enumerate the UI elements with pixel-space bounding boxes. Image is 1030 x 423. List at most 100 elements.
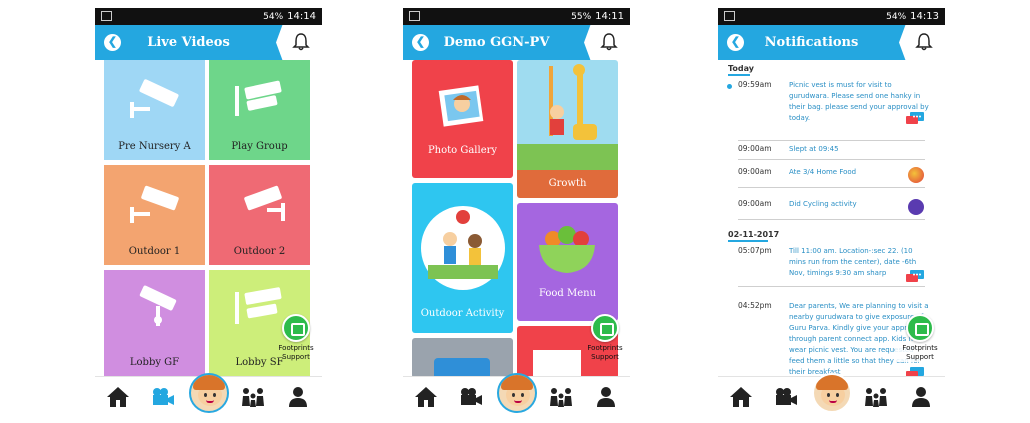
- partial-tile[interactable]: [412, 338, 513, 376]
- child-avatar[interactable]: [189, 373, 229, 413]
- profile-icon[interactable]: [595, 386, 617, 408]
- phone-live-videos: 54% 14:14 ❮ Live Videos Pre Nursery A Pl…: [95, 8, 322, 416]
- home-icon[interactable]: [414, 386, 438, 408]
- divider: [738, 140, 925, 141]
- child-avatar[interactable]: [497, 373, 537, 413]
- cctv-camera-icon: [244, 185, 285, 221]
- date-underline: [728, 240, 768, 242]
- camera-tile[interactable]: Pre Nursery A: [104, 60, 205, 160]
- date-header: 02-11-2017: [728, 230, 780, 239]
- status-bar: 54% 14:13: [718, 8, 945, 25]
- notification-item[interactable]: 05:07pm Till 11:00 am. Location-:sec 22.…: [718, 246, 945, 292]
- status-bar: 54% 14:14: [95, 8, 322, 25]
- tile-illustration: [434, 358, 490, 376]
- notification-icon: [724, 11, 735, 21]
- tile-label: Lobby GF: [129, 357, 180, 368]
- phone-notifications: 54% 14:13 ❮ Notifications Today 09:59am …: [718, 8, 945, 416]
- video-camera-icon[interactable]: [459, 386, 483, 408]
- growth-tile[interactable]: Growth: [517, 60, 618, 198]
- support-button[interactable]: [591, 314, 619, 342]
- tile-label: Food Menu: [538, 288, 597, 299]
- notification-button[interactable]: [584, 25, 630, 60]
- giraffe-growth-icon: [549, 64, 597, 140]
- cctv-camera-icon: [130, 79, 179, 118]
- support-label-line2: Support: [906, 353, 934, 361]
- tile-label: Photo Gallery: [427, 145, 498, 156]
- unread-dot: [727, 84, 732, 89]
- clock-text: 14:14: [287, 11, 316, 22]
- notification-item[interactable]: 09:00am Did Cycling activity: [718, 199, 945, 229]
- status-bar: 55% 14:11: [403, 8, 630, 25]
- notification-button[interactable]: [276, 25, 322, 60]
- clock-text: 14:13: [910, 11, 939, 22]
- tile-label: Outdoor 2: [233, 246, 286, 257]
- home-icon[interactable]: [729, 386, 753, 408]
- avatar-eye: [836, 393, 839, 397]
- notification-time: 09:00am: [738, 199, 772, 208]
- divider: [738, 286, 925, 287]
- food-menu-tile[interactable]: Food Menu: [517, 203, 618, 321]
- avatar-eye: [213, 393, 216, 397]
- parents-group-icon[interactable]: [548, 386, 574, 408]
- notification-list: Today 09:59am Picnic vest is must for vi…: [718, 60, 945, 376]
- battery-text: 54%: [263, 11, 284, 22]
- notification-icon: [101, 11, 112, 21]
- battery-text: 54%: [886, 11, 907, 22]
- camera-grid: Pre Nursery A Play Group Outdoor 1 Outdo…: [95, 60, 322, 376]
- video-camera-icon[interactable]: [774, 386, 798, 408]
- notification-time: 09:59am: [738, 80, 772, 89]
- parents-group-icon[interactable]: [240, 386, 266, 408]
- notification-text: Slept at 09:45: [789, 145, 839, 153]
- notification-item[interactable]: 09:00am Ate 3/4 Home Food: [718, 167, 945, 197]
- page-title: Notifications: [764, 35, 859, 50]
- avatar-eye: [204, 393, 207, 397]
- outdoor-activity-icon: [421, 206, 505, 290]
- clock-text: 14:11: [595, 11, 624, 22]
- bell-icon: [292, 33, 310, 51]
- app-header: ❮ Demo GGN-PV: [403, 25, 630, 60]
- notification-time: 04:52pm: [738, 301, 772, 310]
- video-camera-icon[interactable]: [151, 386, 175, 408]
- chat-icon: [906, 270, 924, 282]
- outdoor-activity-tile[interactable]: Outdoor Activity: [412, 183, 513, 333]
- support-label-line1: Footprints: [587, 344, 623, 352]
- profile-icon[interactable]: [287, 386, 309, 408]
- support-label-line1: Footprints: [902, 344, 938, 352]
- support-label-line1: Footprints: [278, 344, 314, 352]
- support-label: Footprints Support: [895, 344, 945, 362]
- cctv-camera-icon: [235, 80, 282, 116]
- date-underline: [728, 74, 750, 76]
- avatar-hair: [816, 375, 848, 390]
- photo-gallery-tile[interactable]: Photo Gallery: [412, 60, 513, 178]
- cctv-camera-icon: [139, 285, 177, 326]
- app-header: ❮ Live Videos: [95, 25, 322, 60]
- tile-label: Play Group: [231, 141, 288, 152]
- page-title: Live Videos: [147, 35, 230, 50]
- child-avatar[interactable]: [812, 373, 852, 413]
- parents-group-icon[interactable]: [863, 386, 889, 408]
- avatar-hair: [501, 375, 533, 390]
- page-title: Demo GGN-PV: [443, 35, 550, 50]
- avatar-hair: [193, 375, 225, 390]
- bottom-nav: [95, 373, 322, 416]
- food-bowl-icon: [539, 226, 595, 273]
- camera-tile[interactable]: Play Group: [209, 60, 310, 160]
- phone-demo: 55% 14:11 ❮ Demo GGN-PV Photo Gallery Gr…: [403, 8, 630, 416]
- camera-tile[interactable]: Lobby GF: [104, 270, 205, 376]
- notification-item[interactable]: 09:59am Picnic vest is must for visit to…: [718, 80, 945, 144]
- support-button[interactable]: [282, 314, 310, 342]
- cctv-camera-icon: [130, 185, 179, 223]
- notification-button[interactable]: [899, 25, 945, 60]
- bell-icon: [915, 33, 933, 51]
- support-button[interactable]: [906, 314, 934, 342]
- profile-icon[interactable]: [910, 386, 932, 408]
- notification-time: 09:00am: [738, 167, 772, 176]
- divider: [738, 187, 925, 188]
- camera-tile[interactable]: Outdoor 2: [209, 165, 310, 265]
- home-icon[interactable]: [106, 386, 130, 408]
- tile-label: Growth: [548, 178, 587, 189]
- avatar-eye: [512, 393, 515, 397]
- camera-tile[interactable]: Outdoor 1: [104, 165, 205, 265]
- bell-icon: [600, 33, 618, 51]
- chat-icon: [906, 367, 924, 376]
